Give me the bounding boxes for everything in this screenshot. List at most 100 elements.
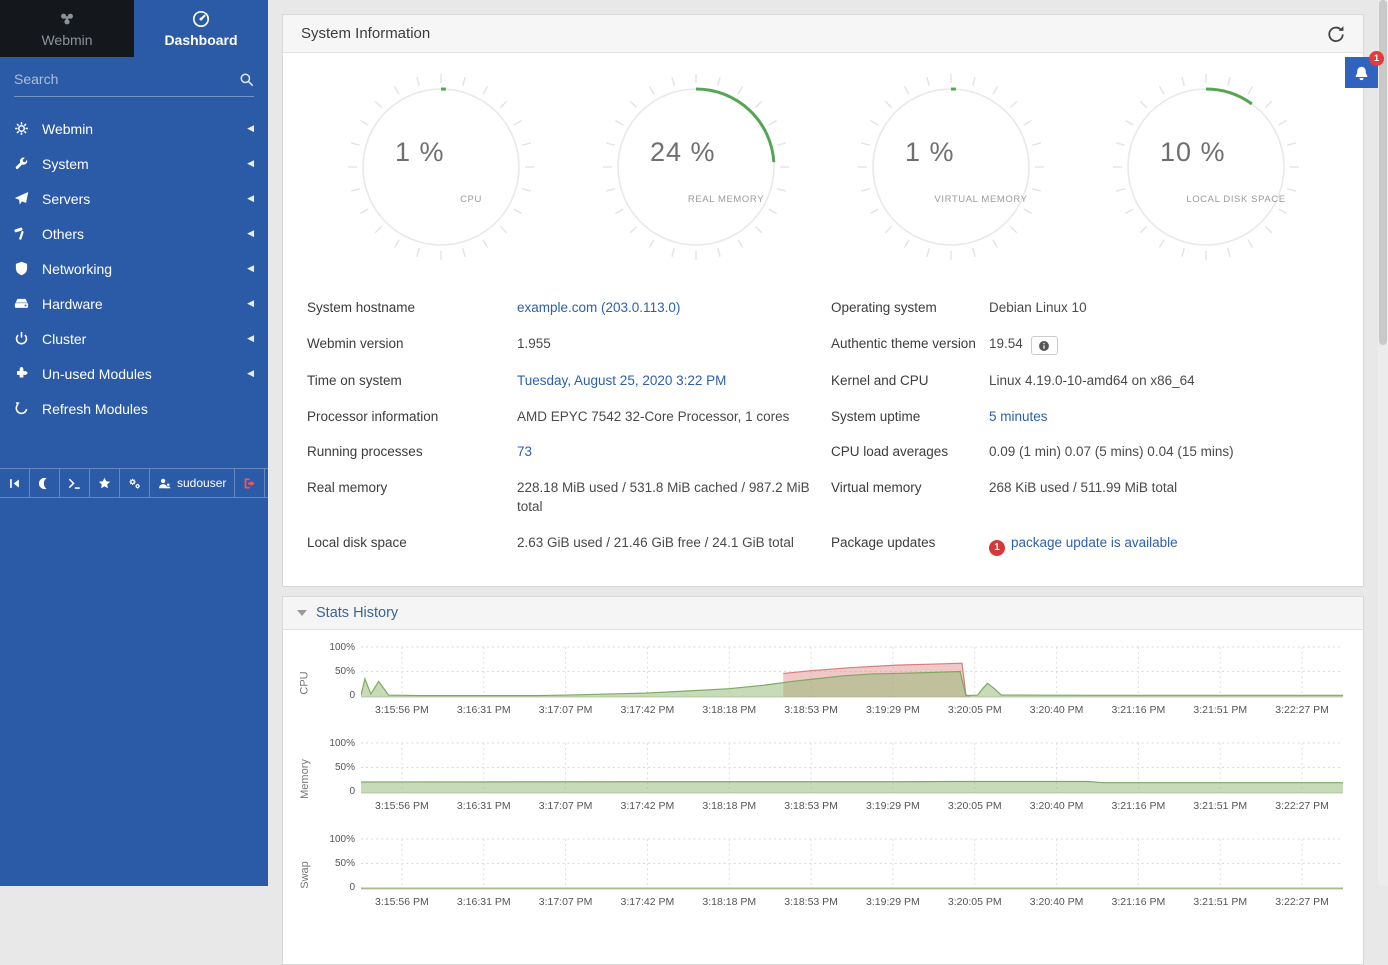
sidebar-item-networking[interactable]: Networking ◀ [0, 251, 268, 286]
chart-plot-area [361, 742, 1343, 794]
x-axis-label: 3:21:51 PM [1193, 704, 1247, 716]
tab-dashboard-label: Dashboard [164, 32, 237, 48]
sidebar-item-cluster[interactable]: Cluster◀ [0, 321, 268, 356]
sidebar-item-webmin[interactable]: Webmin◀ [0, 111, 268, 146]
plane-icon [14, 191, 42, 206]
logout-icon [243, 477, 256, 490]
user-button[interactable]: sudouser [150, 469, 235, 497]
collapse-arrow-icon: ◀ [247, 368, 254, 379]
notifications-bell-button[interactable]: 1 [1345, 57, 1378, 88]
search-input[interactable] [14, 71, 239, 87]
x-axis-label: 3:19:29 PM [866, 896, 920, 908]
theme-settings-button[interactable] [120, 469, 150, 497]
collapse-arrow-icon: ◀ [247, 333, 254, 344]
info-label: System uptime [831, 399, 989, 435]
user-icon [158, 477, 171, 490]
collapse-icon [8, 477, 21, 490]
stats-history-header[interactable]: Stats History [283, 597, 1363, 630]
gauge-label: LOCAL DISK SPACE [1186, 194, 1285, 205]
x-axis-label: 3:20:05 PM [948, 800, 1002, 812]
x-axis-label: 3:21:51 PM [1193, 896, 1247, 908]
sidebar-item-label: Networking [42, 261, 112, 277]
sidebar-item-label: Webmin [42, 121, 93, 137]
info-label: Authentic theme version [831, 326, 989, 364]
info-value-link[interactable]: example.com (203.0.113.0) [517, 300, 680, 315]
info-value-link[interactable]: package update is available [1011, 535, 1178, 550]
sidebar-item-servers[interactable]: Servers ◀ [0, 181, 268, 216]
search-icon[interactable] [239, 72, 254, 87]
x-axis-label: 3:15:56 PM [375, 704, 429, 716]
sidebar-item-system[interactable]: System◀ [0, 146, 268, 181]
chart-y-axis-title: Memory [293, 742, 317, 816]
info-value: 0.09 (1 min) 0.07 (5 mins) 0.04 (15 mins… [989, 444, 1234, 459]
gauge-virtual-memory: 1 %VIRTUAL MEMORY [855, 71, 1047, 268]
x-axis-label: 3:22:27 PM [1275, 896, 1329, 908]
info-value: Debian Linux 10 [989, 300, 1087, 315]
sidebar-item-refresh-modules[interactable]: Refresh Modules [0, 391, 268, 426]
notification-count-badge: 1 [1369, 51, 1384, 66]
gauge-cpu: 1 %CPU [345, 71, 537, 268]
gauge-value: 10 % [1160, 137, 1226, 167]
username-label: sudouser [177, 476, 226, 490]
x-axis-label: 3:21:16 PM [1112, 800, 1166, 812]
favorites-button[interactable] [90, 469, 120, 497]
info-value-link[interactable]: 5 minutes [989, 409, 1048, 424]
x-axis-label: 3:19:29 PM [866, 704, 920, 716]
x-axis-label: 3:17:42 PM [621, 704, 675, 716]
sidebar-item-others[interactable]: Others ◀ [0, 216, 268, 251]
info-value: 268 KiB used / 511.99 MiB total [989, 480, 1177, 495]
theme-info-button[interactable] [1031, 336, 1058, 355]
info-label: Processor information [307, 399, 517, 435]
gauge-label: CPU [460, 194, 482, 205]
chevron-down-icon [297, 610, 307, 616]
hdd-icon [14, 296, 42, 311]
collapse-arrow-icon: ◀ [247, 228, 254, 239]
terminal-button[interactable] [60, 469, 90, 497]
x-axis-label: 3:18:18 PM [702, 896, 756, 908]
main-content: System Information 1 %CPU24 %REAL MEMORY… [268, 0, 1388, 886]
gauges-row: 1 %CPU 24 %REAL MEMORY 1 %VIRTUAL MEMORY 10… [283, 53, 1363, 272]
info-value-link[interactable]: Tuesday, August 25, 2020 3:22 PM [517, 373, 726, 388]
chart-cpu: CPU100%50%03:15:56 PM3:16:31 PM3:17:07 P… [293, 646, 1343, 720]
sidebar-item-label: System [42, 156, 89, 172]
collapse-sidebar-button[interactable] [0, 469, 30, 497]
chart-plot-area [361, 838, 1343, 890]
info-label: System hostname [307, 290, 517, 326]
x-axis-label: 3:18:53 PM [784, 896, 838, 908]
refresh-icon[interactable] [1327, 25, 1345, 43]
sidebar-item-label: Others [42, 226, 84, 242]
chart-x-axis: 3:15:56 PM3:16:31 PM3:17:07 PM3:17:42 PM… [361, 894, 1343, 912]
collapse-arrow-icon: ◀ [247, 263, 254, 274]
info-label: Webmin version [307, 326, 517, 364]
stats-history-title: Stats History [316, 605, 398, 621]
sidebar-item-label: Un-used Modules [42, 366, 152, 382]
update-count-badge: 1 [989, 540, 1005, 556]
info-label: Virtual memory [831, 470, 989, 525]
tab-webmin[interactable]: Webmin [0, 0, 134, 57]
terminal-icon [68, 477, 81, 490]
gauge-label: VIRTUAL MEMORY [934, 194, 1027, 205]
info-value-link[interactable]: 73 [517, 444, 532, 459]
x-axis-label: 3:22:27 PM [1275, 800, 1329, 812]
gauge-real-memory: 24 %REAL MEMORY [600, 71, 792, 268]
gauge-local-disk-space: 10 % LOCAL DISK SPACE [1110, 71, 1302, 268]
scrollbar[interactable] [1378, 0, 1388, 886]
info-label: CPU load averages [831, 434, 989, 470]
info-value: 2.63 GiB used / 21.46 GiB free / 24.1 Gi… [517, 535, 794, 550]
logout-button[interactable] [235, 469, 265, 497]
x-axis-label: 3:20:05 PM [948, 896, 1002, 908]
tab-dashboard[interactable]: Dashboard [134, 0, 268, 57]
night-mode-button[interactable] [30, 469, 60, 497]
star-icon [98, 477, 111, 490]
x-axis-label: 3:18:18 PM [702, 800, 756, 812]
collapse-arrow-icon: ◀ [247, 193, 254, 204]
info-value: 1.955 [517, 336, 551, 351]
gears-icon [128, 477, 141, 490]
sidebar-item-label: Servers [42, 191, 90, 207]
sidebar-item-un-used-modules[interactable]: Un-used Modules ◀ [0, 356, 268, 391]
gauge-value: 24 % [650, 137, 716, 167]
x-axis-label: 3:16:31 PM [457, 704, 511, 716]
x-axis-label: 3:15:56 PM [375, 896, 429, 908]
x-axis-label: 3:16:31 PM [457, 896, 511, 908]
sidebar-item-hardware[interactable]: Hardware◀ [0, 286, 268, 321]
